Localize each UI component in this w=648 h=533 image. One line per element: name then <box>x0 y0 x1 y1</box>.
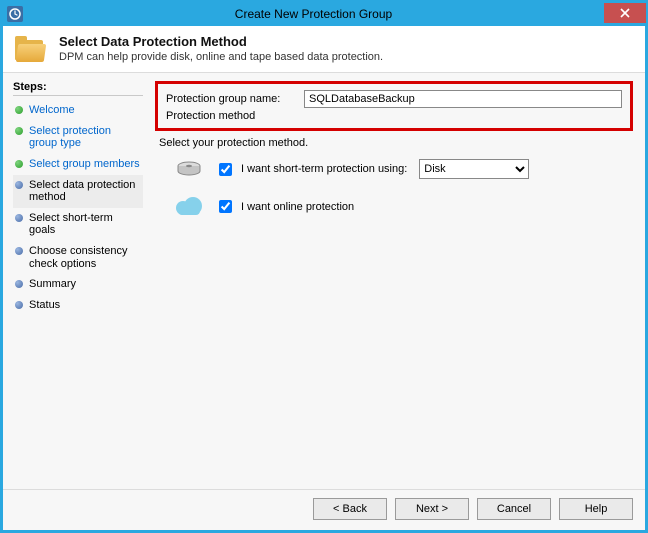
close-button[interactable] <box>604 3 646 23</box>
cloud-icon <box>175 199 203 215</box>
next-button[interactable]: Next > <box>395 498 469 520</box>
sidebar-step-5: Choose consistency check options <box>13 241 143 274</box>
step-bullet-icon <box>15 160 23 168</box>
step-label: Welcome <box>29 104 75 117</box>
sidebar-step-6: Summary <box>13 274 143 295</box>
sidebar-step-2[interactable]: Select group members <box>13 154 143 175</box>
disk-icon <box>175 161 203 177</box>
sidebar-step-4: Select short-term goals <box>13 208 143 241</box>
app-icon <box>7 6 23 22</box>
step-label: Select protection group type <box>29 125 141 150</box>
steps-sidebar: Steps: Welcome Select protection group ty… <box>3 73 151 489</box>
short-term-checkbox[interactable]: I want short-term protection using: <box>215 160 407 179</box>
cancel-button[interactable]: Cancel <box>477 498 551 520</box>
step-bullet-icon <box>15 280 23 288</box>
wizard-window: Create New Protection Group Select Data … <box>0 0 648 533</box>
highlighted-region: Protection group name: Protection method <box>155 81 633 131</box>
back-button[interactable]: < Back <box>313 498 387 520</box>
step-bullet-icon <box>15 247 23 255</box>
online-check-input[interactable] <box>219 200 232 213</box>
select-method-text: Select your protection method. <box>159 137 633 149</box>
folder-icon <box>15 36 47 64</box>
page-title: Select Data Protection Method <box>59 34 383 49</box>
step-label: Summary <box>29 278 76 291</box>
step-label: Select data protection method <box>29 179 141 204</box>
step-bullet-icon <box>15 301 23 309</box>
page-subtitle: DPM can help provide disk, online and ta… <box>59 51 383 63</box>
group-name-input[interactable] <box>304 90 622 108</box>
step-bullet-icon <box>15 127 23 135</box>
step-label: Select short-term goals <box>29 212 141 237</box>
page-header: Select Data Protection Method DPM can he… <box>3 26 645 73</box>
wizard-footer: < Back Next > Cancel Help <box>3 489 645 530</box>
online-checkbox[interactable]: I want online protection <box>215 197 354 216</box>
titlebar: Create New Protection Group <box>3 2 645 26</box>
short-term-check-label: I want short-term protection using: <box>241 163 407 175</box>
step-bullet-icon <box>15 181 23 189</box>
sidebar-step-7: Status <box>13 295 143 316</box>
step-label: Choose consistency check options <box>29 245 141 270</box>
help-button[interactable]: Help <box>559 498 633 520</box>
steps-heading: Steps: <box>13 81 143 96</box>
sidebar-step-0[interactable]: Welcome <box>13 100 143 121</box>
step-label: Select group members <box>29 158 140 171</box>
step-label: Status <box>29 299 60 312</box>
short-term-row: I want short-term protection using: Disk <box>175 159 633 179</box>
sidebar-step-3: Select data protection method <box>13 175 143 208</box>
step-bullet-icon <box>15 214 23 222</box>
sidebar-step-1[interactable]: Select protection group type <box>13 121 143 154</box>
window-title: Create New Protection Group <box>23 7 604 21</box>
group-name-label: Protection group name: <box>166 93 296 105</box>
short-term-combo[interactable]: Disk <box>419 159 529 179</box>
short-term-check-input[interactable] <box>219 163 232 176</box>
online-check-label: I want online protection <box>241 201 354 213</box>
step-bullet-icon <box>15 106 23 114</box>
online-row: I want online protection <box>175 197 633 216</box>
main-panel: Protection group name: Protection method… <box>151 73 645 489</box>
protection-method-label: Protection method <box>166 110 622 122</box>
